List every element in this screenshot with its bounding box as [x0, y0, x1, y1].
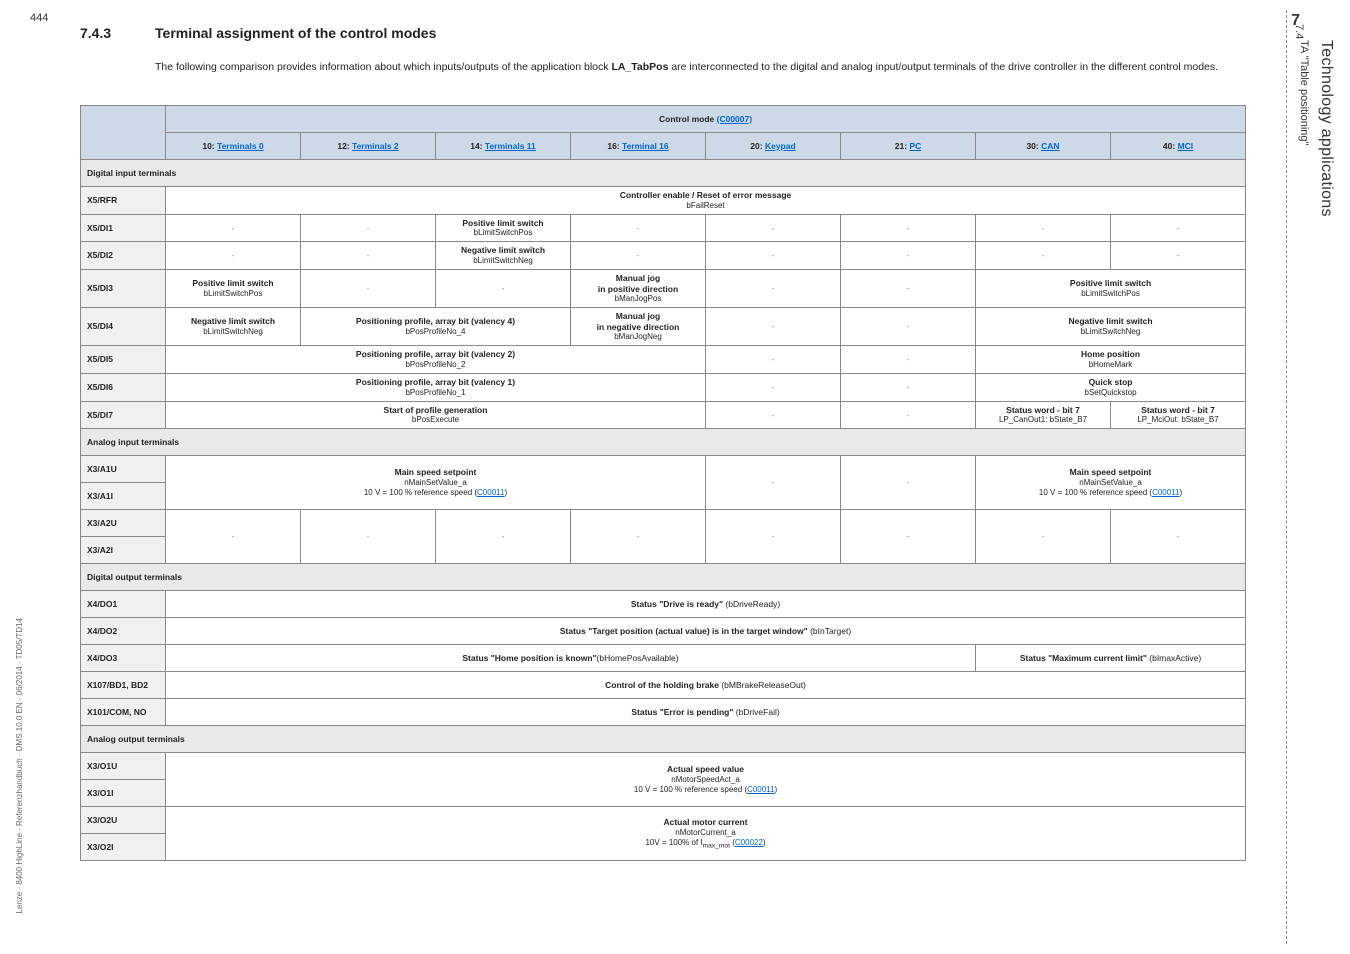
row-x101: X101/COM, NO Status "Error is pending" (…	[81, 699, 1246, 726]
column-headers: 10: Terminals 0 12: Terminals 2 14: Term…	[81, 133, 1246, 160]
row-x5di7: X5/DI7 Start of profile generationbPosEx…	[81, 401, 1246, 429]
intro-paragraph: The following comparison provides inform…	[155, 60, 1235, 75]
row-x5di6: X5/DI6 Positioning profile, array bit (v…	[81, 374, 1246, 402]
row-x3o1u: X3/O1U Actual speed value nMotorSpeedAct…	[81, 753, 1246, 780]
vertical-subtitle: TA "Table positioning"	[1298, 40, 1310, 145]
section-digital-input: Digital input terminals	[81, 160, 1246, 187]
row-x5di2: X5/DI2 -- Negative limit switchbLimitSwi…	[81, 242, 1246, 270]
row-x4do1: X4/DO1 Status "Drive is ready" (bDriveRe…	[81, 591, 1246, 618]
heading-text: Terminal assignment of the control modes	[155, 25, 436, 41]
row-x3o2u: X3/O2U Actual motor current nMotorCurren…	[81, 807, 1246, 834]
heading-number: 7.4.3	[80, 25, 111, 41]
vertical-title: Technology applications	[1317, 40, 1335, 217]
terminal-table: Control mode (C00007) 10: Terminals 0 12…	[80, 105, 1245, 861]
footer-text: Lenze · 8400 HighLine · Referenzhandbuch…	[15, 618, 24, 914]
section-digital-output: Digital output terminals	[81, 564, 1246, 591]
row-x4do2: X4/DO2 Status "Target position (actual v…	[81, 618, 1246, 645]
row-x3a1u: X3/A1U Main speed setpoint nMainSetValue…	[81, 456, 1246, 483]
row-x3a2u: X3/A2U ---- ----	[81, 510, 1246, 537]
row-x5rfr: X5/RFR Controller enable / Reset of erro…	[81, 187, 1246, 215]
control-mode-header: Control mode (C00007)	[166, 106, 1246, 133]
row-x5di4: X5/DI4 Negative limit switchbLimitSwitch…	[81, 308, 1246, 346]
row-x5di3: X5/DI3 Positive limit switchbLimitSwitch…	[81, 269, 1246, 307]
section-analog-input: Analog input terminals	[81, 429, 1246, 456]
row-x5di5: X5/DI5 Positioning profile, array bit (v…	[81, 346, 1246, 374]
section-heading: 7.4.3 Terminal assignment of the control…	[80, 25, 436, 41]
vertical-divider	[1286, 10, 1287, 944]
section-analog-output: Analog output terminals	[81, 726, 1246, 753]
row-x5di1: X5/DI1 -- Positive limit switchbLimitSwi…	[81, 214, 1246, 242]
page-number-top: 444	[30, 12, 48, 24]
section-number: 7.4	[1293, 24, 1305, 39]
row-x4do3: X4/DO3 Status "Home position is known"(b…	[81, 645, 1246, 672]
row-x107: X107/BD1, BD2 Control of the holding bra…	[81, 672, 1246, 699]
